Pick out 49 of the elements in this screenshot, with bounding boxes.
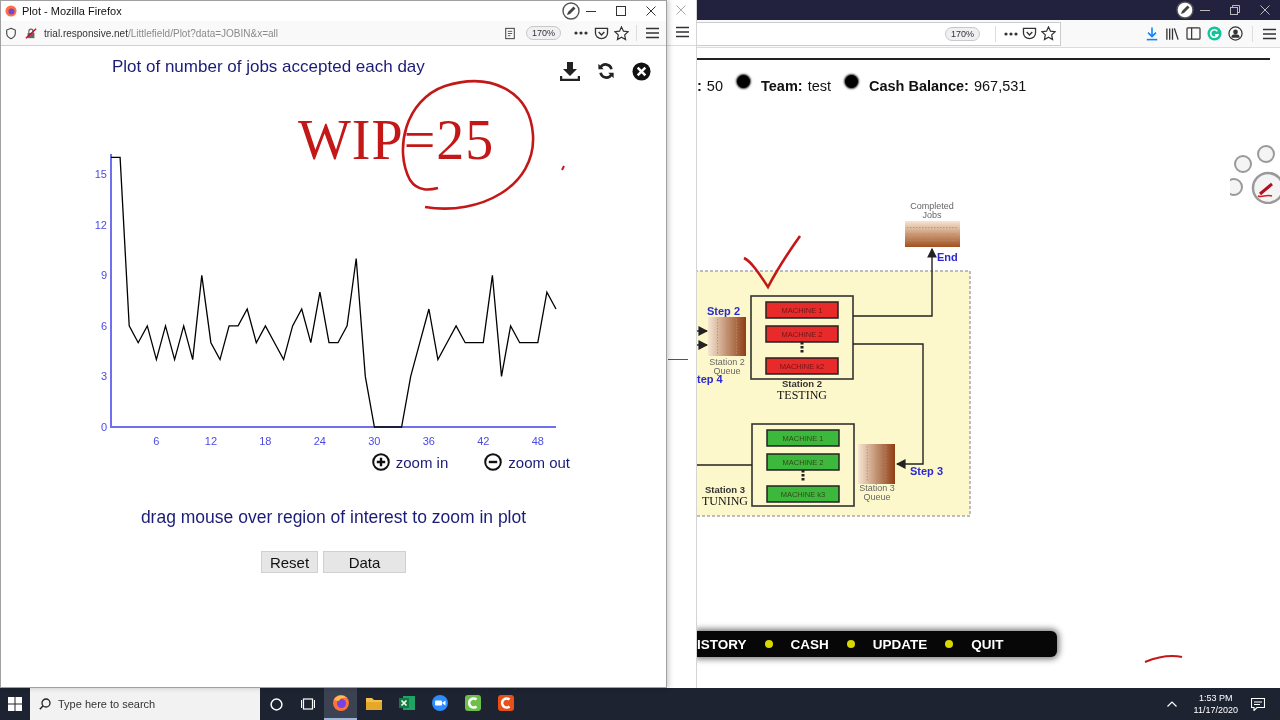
zoom-in-button[interactable]: zoom in [371, 451, 449, 473]
axis-tick-label: 12 [94, 218, 107, 231]
step-label: Step 3 [910, 465, 943, 477]
search-placeholder: Type here to search [58, 698, 156, 710]
menu-link[interactable]: ISTORY [697, 636, 747, 652]
axis-tick-label: 30 [368, 435, 381, 447]
axis-tick-label: 15 [94, 168, 107, 181]
hint-text: drag mouse over region of interest to zoom in plot [139, 506, 528, 528]
axis-tick-label: 9 [100, 269, 107, 282]
axis-tick-label: 6 [100, 319, 107, 332]
queue-label: Station 3 Queue [859, 483, 895, 502]
axis-tick-label: 6 [153, 435, 160, 447]
axis-tick-label: 36 [422, 435, 435, 447]
queue-label: Station 2 Queue [709, 357, 745, 376]
status-label: Team: [761, 78, 803, 94]
status-label: : [697, 78, 702, 94]
step-label: Step 2 [707, 305, 740, 317]
url-text[interactable]: trial.responsive.net/Littlefield/Plot?data=JOBIN&x=all [44, 27, 279, 39]
clock-date: 11/17/2020 [1193, 704, 1238, 716]
menu-link[interactable]: UPDATE [872, 636, 928, 652]
axis-tick-label: 0 [100, 421, 107, 433]
plot-title: Plot of number of jobs accepted each day [112, 56, 425, 78]
menu-link[interactable]: CASH [790, 636, 829, 652]
station-function: TUNING [702, 494, 748, 508]
axis-tick-label: 48 [531, 435, 544, 447]
axis-tick-label: 12 [204, 435, 217, 447]
status-label: Cash Balance: [869, 78, 969, 94]
zoom-level-button[interactable]: 170% [944, 26, 980, 41]
station-name: Station 3 [704, 484, 746, 495]
status-value: 50 [706, 78, 723, 94]
plot-button[interactable]: Reset [261, 551, 318, 573]
status-value: 967,531 [973, 78, 1027, 94]
address-bar[interactable]: 170% [697, 21, 1061, 46]
axis-tick-label: 42 [477, 435, 490, 447]
axis-tick-label: 3 [100, 370, 107, 383]
zoom-level-button[interactable]: 170% [525, 26, 561, 40]
end-label: End [937, 251, 958, 263]
window-title: Plot - Mozilla Firefox [22, 5, 122, 17]
clock-time: 1:53 PM [1199, 692, 1233, 704]
station-function: TESTING [777, 388, 827, 402]
axis-tick-label: 24 [313, 435, 326, 447]
search-field[interactable]: Type here to search [30, 688, 260, 720]
axis-tick-label: 18 [259, 435, 272, 447]
status-value: test [807, 78, 831, 94]
completed-jobs-label: Completed Jobs [910, 201, 954, 220]
zoom-out-button[interactable]: zoom out [484, 451, 570, 473]
plot-button[interactable]: Data [323, 551, 406, 573]
menu-link[interactable]: QUIT [971, 636, 1004, 652]
station-name: Station 2 [781, 378, 823, 389]
